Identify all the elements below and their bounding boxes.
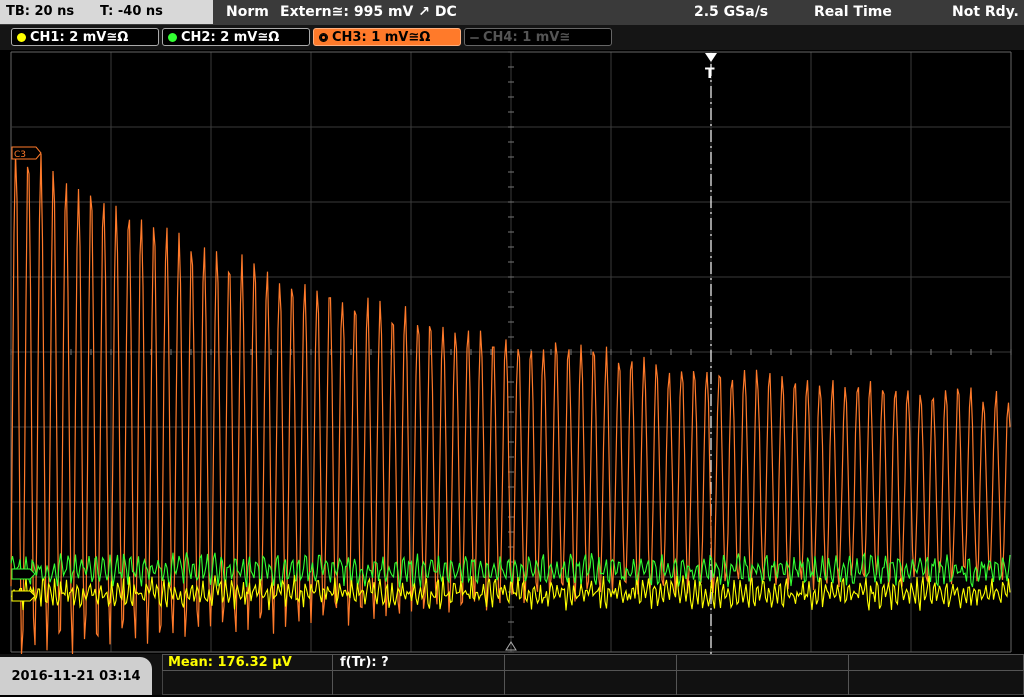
frequency-measurement[interactable]: f(Tr): ? [340,654,389,671]
trigger-mode[interactable]: Norm [226,0,269,25]
top-status-bar: TB: 20 ns T: -40 ns Norm Extern≅: 995 mV… [0,0,1024,25]
trigger-marker-label: T [705,66,715,82]
measurement-separator [504,654,505,695]
channel-bar: CH1: 2 mV≅Ω CH2: 2 mV≅Ω CH3: 1 mV≅Ω CH4:… [0,25,1024,50]
channel-1-dot-icon [17,33,26,42]
channel-3-ground-marker[interactable]: C3 [11,146,42,160]
measurement-separator [332,654,333,695]
channel-3-dot-icon [319,33,328,42]
channel-3-button[interactable]: CH3: 1 mV≅Ω [313,28,461,46]
date-time-display: 2016-11-21 03:14 [0,657,152,695]
channel-1-button[interactable]: CH1: 2 mV≅Ω [11,28,159,46]
measurement-row-secondary [162,671,1024,695]
channel-2-dot-icon [168,33,177,42]
trigger-position-arrow-icon[interactable] [705,53,717,62]
timebase-box[interactable]: TB: 20 ns T: -40 ns [0,0,213,24]
channel-3-label: CH3: 1 mV≅Ω [332,30,431,45]
channel-1-ground-marker[interactable] [11,590,36,602]
status-indicator: Not Rdy. [952,4,1019,20]
trigger-time-label: T: -40 ns [100,4,163,19]
acquisition-mode[interactable]: Real Time [814,0,892,25]
timebase-label: TB: 20 ns [6,4,75,19]
channel-4-label: CH4: 1 mV≅ [483,30,571,45]
channel-2-ground-marker[interactable] [11,568,36,580]
waveform-display[interactable]: T C3 [0,50,1024,654]
trigger-source[interactable]: Extern≅: 995 mV ↗ DC [280,0,457,25]
channel-2-label: CH2: 2 mV≅Ω [181,30,280,45]
sample-rate[interactable]: 2.5 GSa/s [694,0,768,25]
measurement-separator [676,654,677,695]
measurement-separator [848,654,849,695]
channel-1-label: CH1: 2 mV≅Ω [30,30,129,45]
channel-2-button[interactable]: CH2: 2 mV≅Ω [162,28,310,46]
channel-4-button[interactable]: CH4: 1 mV≅ [464,28,612,46]
mean-measurement[interactable]: Mean: 176.32 µV [168,654,292,671]
channel-3-marker-label: C3 [14,150,26,160]
channel-4-dash-icon [470,37,479,39]
